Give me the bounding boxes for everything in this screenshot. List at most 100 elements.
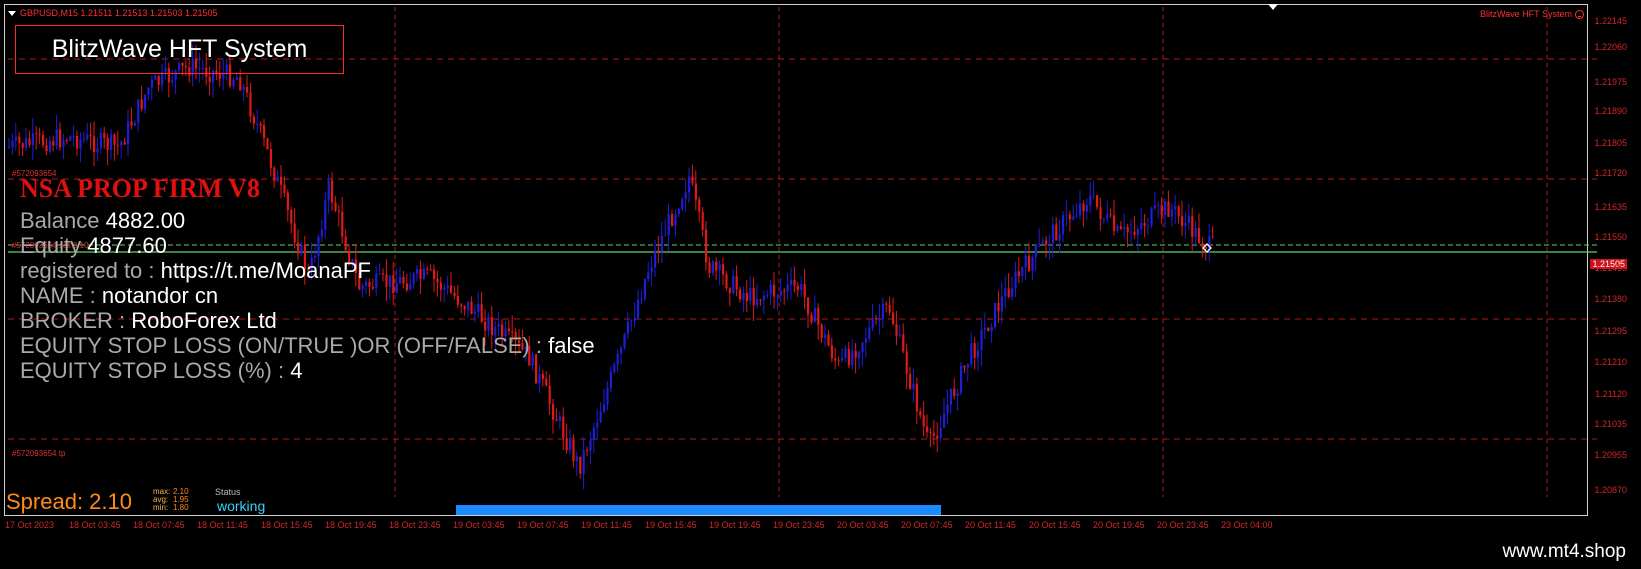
candle-body	[1092, 195, 1095, 197]
candle-body	[980, 329, 983, 351]
ea-name-label: BlitzWave HFT System	[1479, 9, 1572, 19]
progress-bar	[456, 505, 941, 515]
candle-body	[1099, 207, 1102, 220]
candle-body	[633, 317, 636, 321]
candle-body	[1034, 244, 1037, 257]
candle-body	[263, 125, 266, 139]
candle-body	[1174, 206, 1177, 210]
candle-body	[127, 121, 130, 145]
candle-body	[589, 440, 592, 451]
candle-body	[1089, 195, 1092, 205]
broker-row: BROKER : RoboForex Ltd	[20, 309, 277, 333]
candle-body	[337, 210, 340, 212]
candle-body	[824, 334, 827, 338]
candle-body	[844, 348, 847, 359]
candle-body	[871, 317, 874, 328]
candle-body	[912, 383, 915, 389]
candle-body	[293, 223, 296, 243]
candle-body	[946, 404, 949, 414]
time-tick-label: 23 Oct 04:00	[1221, 520, 1273, 530]
candle-body	[623, 333, 626, 348]
candle-body	[460, 304, 463, 307]
candle-body	[1130, 231, 1133, 233]
candle-body	[983, 327, 986, 330]
candle-body	[565, 437, 568, 451]
candle-body	[1109, 214, 1112, 216]
equity-label: Equity	[20, 233, 82, 258]
balance-label: Balance	[20, 208, 100, 233]
candle-body	[960, 365, 963, 393]
candle-body	[711, 261, 714, 274]
time-tick-label: 20 Oct 11:45	[965, 520, 1016, 530]
candle-body	[660, 235, 663, 252]
candle-body	[558, 416, 561, 421]
balance-value: 4882.00	[105, 208, 186, 233]
candle-body	[684, 192, 687, 199]
candle-body	[905, 351, 908, 374]
candle-body	[395, 283, 398, 293]
candle-body	[575, 456, 578, 462]
candle-body	[915, 383, 918, 412]
candle-body	[677, 209, 680, 214]
candle-body	[116, 144, 119, 146]
name-label: NAME :	[20, 283, 96, 308]
candle-body	[1051, 224, 1054, 244]
candle-body	[130, 121, 133, 126]
candle-body	[654, 250, 657, 268]
chart-shift-marker-icon[interactable]	[1268, 4, 1278, 10]
candle-body	[936, 435, 939, 439]
candle-body	[106, 137, 109, 150]
time-tick-label: 19 Oct 11:45	[581, 520, 632, 530]
candle-body	[443, 287, 446, 290]
candle-body	[249, 92, 252, 117]
candle-body	[331, 180, 334, 203]
price-tick-label: 1.22060	[1594, 42, 1627, 52]
candle-body	[932, 433, 935, 436]
candle-body	[477, 304, 480, 312]
registered-value: https://t.me/MoanaPF	[160, 258, 371, 283]
candle-body	[62, 140, 65, 147]
candle-body	[79, 139, 82, 149]
candle-body	[392, 275, 395, 293]
candle-body	[861, 342, 864, 353]
candle-body	[426, 268, 429, 270]
time-tick-label: 18 Oct 11:45	[197, 520, 248, 530]
candle-body	[956, 392, 959, 397]
candle-body	[433, 269, 436, 279]
candle-body	[436, 278, 439, 283]
candle-body	[283, 184, 286, 193]
candle-body	[171, 80, 174, 83]
price-tick-label: 1.22145	[1594, 16, 1627, 26]
candle-body	[671, 214, 674, 226]
candle-body	[286, 192, 289, 210]
time-tick-label: 20 Oct 23:45	[1157, 520, 1209, 530]
candle-body	[1211, 236, 1214, 238]
candle-body	[630, 320, 633, 322]
candle-body	[276, 176, 279, 182]
candle-body	[1000, 296, 1003, 312]
collapse-triangle-icon[interactable]	[8, 10, 16, 16]
candle-body	[218, 73, 221, 79]
price-tick-label: 1.21465	[1594, 263, 1627, 273]
candle-body	[154, 75, 157, 80]
candle-body	[572, 440, 575, 462]
candle-body	[977, 350, 980, 358]
candle-body	[762, 295, 765, 301]
candle-body	[96, 148, 99, 153]
candle-body	[987, 327, 990, 332]
time-tick-label: 18 Oct 23:45	[389, 520, 441, 530]
symbol-info-text: GBPUSD,M15 1.21511 1.21513 1.21503 1.215…	[20, 8, 218, 18]
candle-body	[511, 331, 514, 333]
price-tick-label: 1.21890	[1594, 106, 1627, 116]
candle-body	[902, 334, 905, 352]
expert-advisor-indicator[interactable]: BlitzWave HFT System	[1480, 9, 1584, 19]
candle-body	[735, 275, 738, 290]
candle-body	[681, 198, 684, 210]
candle-body	[484, 321, 487, 331]
time-tick-label: 18 Oct 15:45	[261, 520, 313, 530]
candle-body	[864, 338, 867, 343]
candle-body	[378, 273, 381, 275]
candle-body	[827, 334, 830, 346]
candle-body	[643, 279, 646, 299]
candle-body	[252, 116, 255, 124]
